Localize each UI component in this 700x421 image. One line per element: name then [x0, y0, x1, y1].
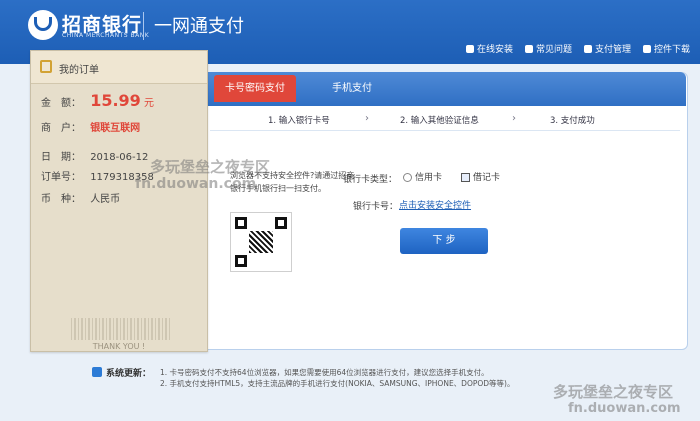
amount-unit: 元 [143, 98, 154, 109]
progress-steps: 1. 输入银行卡号 › 2. 输入其他验证信息 › 3. 支付成功 [210, 110, 680, 130]
steps-divider [210, 130, 680, 131]
currency-value: 人民币 [90, 194, 121, 205]
watermark-text: 多玩堡垒之夜专区 [553, 383, 674, 401]
payment-qr-code[interactable] [230, 212, 292, 272]
debit-card-option[interactable]: 借记卡 [461, 170, 500, 183]
step-arrow-icon: › [365, 113, 369, 124]
watermark-url: fn.duowan.com [568, 401, 681, 416]
amount-row: 金 额： 15.99 元 [41, 91, 154, 110]
clipboard-icon [40, 60, 52, 73]
order-receipt: 我的订单 金 额： 15.99 元 商 户： 银联互联网 日 期： 2018-0… [30, 50, 208, 352]
amount-value: 15.99 [90, 91, 141, 110]
date-row: 日 期： 2018-06-12 [41, 152, 149, 163]
nav-payment-management[interactable]: 支付管理 [583, 42, 631, 55]
bank-logo-icon [28, 10, 58, 40]
credit-card-option[interactable]: 信用卡 [403, 170, 442, 183]
receipt-barcode [71, 318, 171, 340]
update-icon [92, 367, 102, 377]
nav-control-download[interactable]: 控件下载 [642, 42, 690, 55]
step-arrow-icon: › [512, 113, 516, 124]
service-name: 一网通支付 [154, 16, 244, 37]
card-number-label: 银行卡号： [353, 202, 399, 212]
watermark-url: fn.duowan.com [135, 176, 257, 192]
currency-row: 币 种： 人民币 [41, 194, 121, 205]
update-line-2: 2. 手机支付支持HTML5，支持主流品牌的手机进行支付(NOKIA、SAMSU… [160, 379, 515, 388]
watermark-text: 多玩堡垒之夜专区 [150, 158, 271, 176]
credit-radio-icon[interactable] [403, 173, 412, 182]
step-3: 3. 支付成功 [550, 116, 595, 126]
bank-name-en: CHINA MERCHANTS BANK [62, 32, 150, 39]
update-line-1: 1. 卡号密码支付不支持64位浏览器，如果您需要使用64位浏览器进行支付，建议您… [160, 368, 489, 377]
nav-online-install[interactable]: 在线安装 [465, 42, 513, 55]
top-nav: 在线安装 常见问题 支付管理 控件下载 [465, 42, 690, 55]
tab-mobile-pay[interactable]: 手机支付 [322, 75, 382, 102]
payment-manage-icon [583, 44, 592, 53]
receipt-header: 我的订单 [31, 51, 207, 84]
tab-card-password-pay[interactable]: 卡号密码支付 [214, 75, 296, 102]
nav-faq[interactable]: 常见问题 [524, 42, 572, 55]
date-value: 2018-06-12 [90, 152, 149, 163]
faq-icon [524, 44, 533, 53]
next-button[interactable]: 下 步 [400, 228, 488, 254]
merchant-row: 商 户： 银联互联网 [41, 123, 141, 134]
step-2: 2. 输入其他验证信息 [400, 116, 479, 126]
receipt-thanks: THANK YOU ! [92, 342, 146, 351]
install-icon [465, 44, 474, 53]
install-control-link[interactable]: 点击安装安全控件 [399, 198, 471, 211]
download-icon [642, 44, 651, 53]
card-type-label: 银行卡类型： [343, 175, 398, 185]
step-1: 1. 输入银行卡号 [268, 116, 330, 126]
debit-checkbox-icon[interactable] [461, 173, 470, 182]
system-update-title: 系统更新： [106, 369, 152, 379]
header-divider [143, 12, 144, 40]
merchant-value: 银联互联网 [90, 123, 141, 134]
receipt-title: 我的订单 [59, 65, 99, 76]
